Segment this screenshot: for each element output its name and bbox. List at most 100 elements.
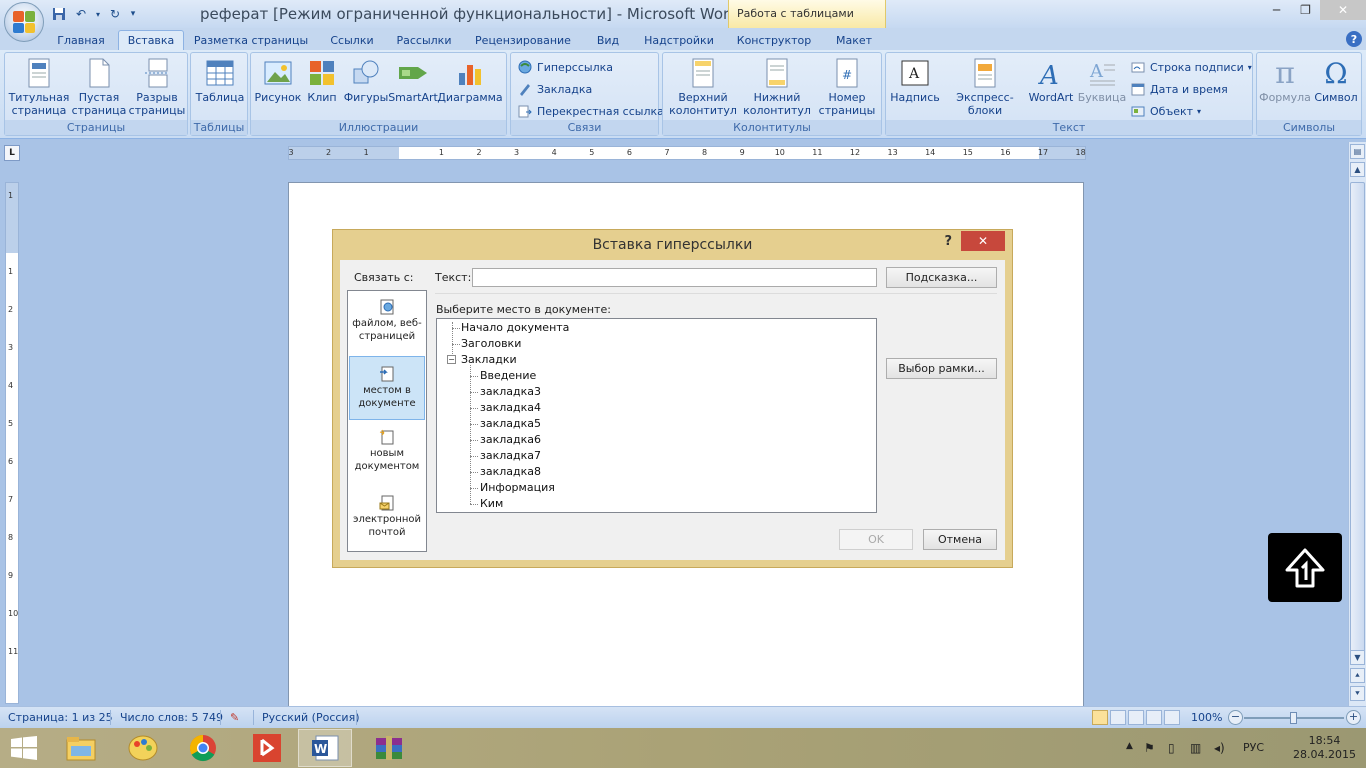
tab-mailings[interactable]: Рассылки bbox=[388, 30, 460, 50]
picture-button[interactable]: Рисунок bbox=[255, 57, 301, 104]
start-button[interactable] bbox=[10, 736, 38, 760]
chart-button[interactable]: Диаграмма bbox=[437, 57, 503, 104]
taskbar-paint[interactable] bbox=[116, 729, 170, 767]
horizontal-ruler[interactable]: 3 2 1 1 2 3 4 5 6 7 8 9 10 11 12 13 14 15 16 17 18 bbox=[288, 146, 1086, 160]
display-text-input[interactable] bbox=[472, 268, 877, 287]
zoom-level[interactable]: 100% bbox=[1191, 711, 1222, 724]
smartart-button[interactable]: SmartArt bbox=[388, 57, 438, 104]
tab-page-layout[interactable]: Разметка страницы bbox=[188, 30, 314, 50]
hyperlink-button[interactable]: Гиперссылка bbox=[517, 57, 613, 77]
language-indicator-tray[interactable]: РУС bbox=[1243, 741, 1264, 754]
maximize-button[interactable]: ❐ bbox=[1291, 0, 1320, 20]
signature-line-button[interactable]: Строка подписи ▾ bbox=[1130, 57, 1252, 77]
dialog-help-button[interactable]: ? bbox=[944, 234, 952, 249]
tree-item-bookmark[interactable]: закладка3 bbox=[480, 385, 541, 398]
spelling-check-icon[interactable]: ✎ bbox=[230, 711, 239, 724]
zoom-slider-thumb[interactable] bbox=[1290, 712, 1297, 724]
symbol-button[interactable]: Ω Символ bbox=[1311, 57, 1361, 105]
ok-button[interactable]: OK bbox=[839, 529, 913, 550]
save-icon[interactable] bbox=[50, 5, 68, 23]
network-icon[interactable]: ▥ bbox=[1190, 741, 1201, 755]
vertical-scrollbar[interactable]: ▤ ▲ ▼ ⯅ ⯆ bbox=[1348, 142, 1366, 706]
outline-view-icon[interactable] bbox=[1146, 710, 1162, 725]
vertical-ruler[interactable]: 1 1 2 3 4 5 6 7 8 9 10 11 bbox=[5, 182, 19, 704]
scroll-thumb[interactable] bbox=[1350, 182, 1365, 662]
link-option-place[interactable]: местом в документе bbox=[349, 356, 425, 420]
zoom-out-button[interactable]: − bbox=[1228, 710, 1243, 725]
screentip-button[interactable]: Подсказка... bbox=[886, 267, 997, 288]
tab-review[interactable]: Рецензирование bbox=[466, 30, 580, 50]
dropcap-button[interactable]: A Буквица bbox=[1076, 57, 1128, 104]
undo-icon[interactable]: ↶ bbox=[72, 5, 90, 23]
equation-button[interactable]: π Формула bbox=[1259, 56, 1311, 105]
minimize-button[interactable]: ─ bbox=[1262, 0, 1291, 20]
header-button[interactable]: Верхний колонтитул bbox=[665, 57, 741, 117]
tree-item-bookmark[interactable]: закладка6 bbox=[480, 433, 541, 446]
bookmark-button[interactable]: Закладка bbox=[517, 79, 592, 99]
document-places-tree[interactable]: − Начало документа Заголовки Закладки Вв… bbox=[436, 318, 877, 513]
print-layout-view-icon[interactable] bbox=[1092, 710, 1108, 725]
office-button[interactable] bbox=[4, 2, 44, 42]
page-indicator[interactable]: Страница: 1 из 25 bbox=[8, 711, 113, 724]
taskbar-file-explorer[interactable] bbox=[54, 729, 108, 767]
undo-dropdown-icon[interactable]: ▾ bbox=[94, 5, 102, 23]
scroll-down-button[interactable]: ▼ bbox=[1350, 650, 1365, 665]
target-frame-button[interactable]: Выбор рамки... bbox=[886, 358, 997, 379]
tray-show-hidden-icon[interactable]: ▲ bbox=[1126, 741, 1133, 751]
taskbar-winrar[interactable] bbox=[362, 729, 416, 767]
web-layout-view-icon[interactable] bbox=[1128, 710, 1144, 725]
next-page-button[interactable]: ⯆ bbox=[1350, 686, 1365, 701]
textbox-button[interactable]: A Надпись bbox=[888, 57, 942, 104]
page-break-button[interactable]: Разрыв страницы bbox=[127, 57, 187, 117]
taskbar-reader[interactable] bbox=[240, 729, 294, 767]
footer-button[interactable]: Нижний колонтитул bbox=[739, 57, 815, 117]
link-option-new-doc[interactable]: новым документом bbox=[349, 429, 425, 479]
taskbar-word[interactable]: W bbox=[298, 729, 352, 767]
tree-item-bookmark[interactable]: закладка7 bbox=[480, 449, 541, 462]
language-indicator[interactable]: Русский (Россия) bbox=[262, 711, 360, 724]
full-screen-view-icon[interactable] bbox=[1110, 710, 1126, 725]
tree-item-bookmark[interactable]: закладка8 bbox=[480, 465, 541, 478]
tab-references[interactable]: Ссылки bbox=[320, 30, 384, 50]
cross-reference-button[interactable]: Перекрестная ссылка bbox=[517, 101, 664, 121]
shapes-button[interactable]: Фигуры bbox=[343, 57, 389, 104]
tab-layout[interactable]: Макет bbox=[822, 30, 886, 50]
tree-item-bookmark[interactable]: закладка5 bbox=[480, 417, 541, 430]
tree-item-doc-start[interactable]: Начало документа bbox=[461, 321, 569, 334]
blank-page-button[interactable]: Пустая страница bbox=[71, 57, 127, 117]
page-number-button[interactable]: # Номер страницы bbox=[813, 57, 881, 117]
tab-insert[interactable]: Вставка bbox=[118, 30, 184, 50]
overlay-badge[interactable] bbox=[1268, 533, 1342, 602]
tab-view[interactable]: Вид bbox=[586, 30, 630, 50]
quick-parts-button[interactable]: Экспресс-блоки bbox=[942, 57, 1028, 117]
tab-design[interactable]: Конструктор bbox=[730, 30, 818, 50]
ruler-toggle-icon[interactable]: ▤ bbox=[1350, 144, 1365, 159]
collapse-bookmarks-icon[interactable]: − bbox=[447, 355, 456, 364]
help-icon[interactable]: ? bbox=[1346, 31, 1362, 47]
link-option-file[interactable]: файлом, веб- страницей bbox=[349, 299, 425, 349]
volume-icon[interactable]: ◂) bbox=[1214, 741, 1225, 755]
close-window-button[interactable]: ✕ bbox=[1320, 0, 1366, 20]
zoom-in-button[interactable]: + bbox=[1346, 710, 1361, 725]
link-option-email[interactable]: электронной почтой bbox=[349, 495, 425, 545]
qat-customize-icon[interactable]: ▾ bbox=[128, 5, 138, 23]
scroll-up-button[interactable]: ▲ bbox=[1350, 162, 1365, 177]
action-center-flag-icon[interactable]: ⚑ bbox=[1144, 741, 1155, 755]
tree-item-bookmark[interactable]: Введение bbox=[480, 369, 536, 382]
redo-icon[interactable]: ↻ bbox=[106, 5, 124, 23]
tree-item-bookmark[interactable]: Ким bbox=[480, 497, 503, 510]
cancel-button[interactable]: Отмена bbox=[923, 529, 997, 550]
tab-selector[interactable]: L bbox=[4, 145, 20, 161]
word-count[interactable]: Число слов: 5 749 bbox=[120, 711, 223, 724]
taskbar-chrome[interactable] bbox=[176, 729, 230, 767]
draft-view-icon[interactable] bbox=[1164, 710, 1180, 725]
tree-item-headings[interactable]: Заголовки bbox=[461, 337, 521, 350]
battery-icon[interactable]: ▯ bbox=[1168, 741, 1175, 755]
tab-home[interactable]: Главная bbox=[48, 30, 114, 50]
dialog-close-button[interactable]: ✕ bbox=[961, 231, 1005, 251]
title-page-button[interactable]: Титульная страница bbox=[9, 57, 69, 117]
object-button[interactable]: Объект ▾ bbox=[1130, 101, 1201, 121]
tree-item-bookmark[interactable]: закладка4 bbox=[480, 401, 541, 414]
datetime-button[interactable]: Дата и время bbox=[1130, 79, 1228, 99]
tab-addins[interactable]: Надстройки bbox=[636, 30, 722, 50]
